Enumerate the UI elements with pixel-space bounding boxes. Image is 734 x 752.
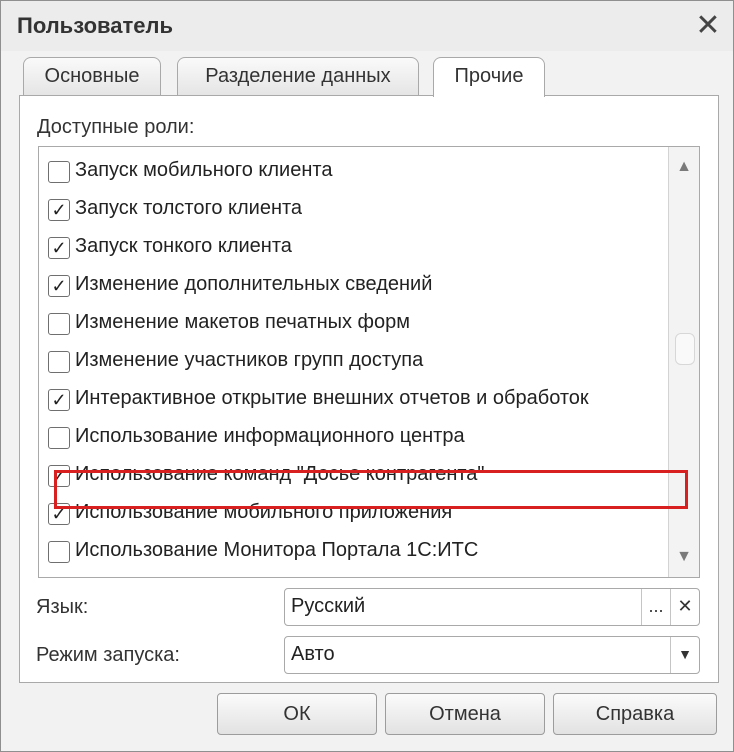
launch-mode-label: Режим запуска: <box>36 644 180 666</box>
role-item[interactable]: ✓ Запуск толстого клиента <box>39 191 667 229</box>
role-checkbox[interactable] <box>48 427 70 449</box>
user-dialog: Пользователь ✕ Основные Разделение данны… <box>0 0 734 752</box>
role-label: Интерактивное открытие внешних отчетов и… <box>75 387 589 409</box>
role-item[interactable]: ✓ Использование команд "Досье контрагента… <box>39 457 667 495</box>
select-button[interactable]: ... <box>641 589 670 625</box>
clear-icon[interactable]: ✕ <box>670 589 699 625</box>
roles-list: Запуск мобильного клиента ✓ Запуск толстог… <box>38 146 700 578</box>
scroll-up-icon[interactable]: ▲ <box>669 149 699 185</box>
scroll-down-icon[interactable]: ▼ <box>669 539 699 575</box>
role-label: Запуск толстого клиента <box>75 197 303 219</box>
ok-button[interactable]: ОК <box>217 693 377 735</box>
role-item[interactable]: Запуск мобильного клиента <box>39 153 667 191</box>
role-item[interactable]: Использование Монитора Портала 1С:ИТС <box>39 533 667 571</box>
role-label: Использование команд "Досье контрагента" <box>75 463 485 485</box>
role-label: Запуск мобильного клиента <box>75 159 333 181</box>
launch-mode-select[interactable]: Авто ▼ <box>284 636 700 674</box>
role-checkbox[interactable] <box>48 541 70 563</box>
chevron-down-icon[interactable]: ▼ <box>670 637 699 673</box>
tab-other[interactable]: Прочие <box>433 57 545 97</box>
role-checkbox[interactable]: ✓ <box>48 465 70 487</box>
help-button[interactable]: Справка <box>553 693 717 735</box>
role-label: Использование Монитора Портала 1С:ИТС <box>75 539 479 561</box>
title-bar: Пользователь ✕ <box>1 1 733 51</box>
role-label: Использование мобильного приложения <box>75 501 453 523</box>
tab-data-separation[interactable]: Разделение данных <box>177 57 419 95</box>
role-checkbox[interactable]: ✓ <box>48 275 70 297</box>
role-label: Изменение дополнительных сведений <box>75 273 433 295</box>
role-checkbox[interactable] <box>48 161 70 183</box>
role-checkbox[interactable]: ✓ <box>48 237 70 259</box>
role-item[interactable]: Изменение макетов печатных форм <box>39 305 667 343</box>
language-field[interactable]: Русский ... ✕ <box>284 588 700 626</box>
role-item[interactable]: Изменение участников групп доступа <box>39 343 667 381</box>
tab-bar: Основные Разделение данных Прочие <box>1 57 733 97</box>
tab-main[interactable]: Основные <box>23 57 161 95</box>
role-checkbox[interactable]: ✓ <box>48 389 70 411</box>
roles-label: Доступные роли: <box>37 116 195 138</box>
launch-mode-value: Авто <box>291 643 335 665</box>
language-label: Язык: <box>36 596 89 618</box>
role-label: Изменение макетов печатных форм <box>75 311 411 333</box>
roles-scrollbar[interactable]: ▲ ▼ <box>668 147 699 577</box>
role-checkbox[interactable] <box>48 313 70 335</box>
role-label: Запуск тонкого клиента <box>75 235 292 257</box>
language-value: Русский <box>291 595 366 617</box>
role-label: Изменение участников групп доступа <box>75 349 424 371</box>
role-item[interactable]: ✓ Запуск тонкого клиента <box>39 229 667 267</box>
window-title: Пользователь <box>17 13 174 38</box>
role-item[interactable]: ✓ Изменение дополнительных сведений <box>39 267 667 305</box>
role-item[interactable]: ✓ Интерактивное открытие внешних отчетов … <box>39 381 667 419</box>
role-item[interactable]: ✓ Использование мобильного приложения <box>39 495 667 533</box>
close-icon[interactable]: ✕ <box>691 9 725 43</box>
tab-content: Доступные роли: Запуск мобильного клиент… <box>19 95 719 683</box>
cancel-button[interactable]: Отмена <box>385 693 545 735</box>
role-label: Использование информационного центра <box>75 425 465 447</box>
scroll-thumb[interactable] <box>675 333 695 365</box>
role-checkbox[interactable]: ✓ <box>48 199 70 221</box>
role-item[interactable]: Использование информационного центра <box>39 419 667 457</box>
role-checkbox[interactable]: ✓ <box>48 503 70 525</box>
role-checkbox[interactable] <box>48 351 70 373</box>
